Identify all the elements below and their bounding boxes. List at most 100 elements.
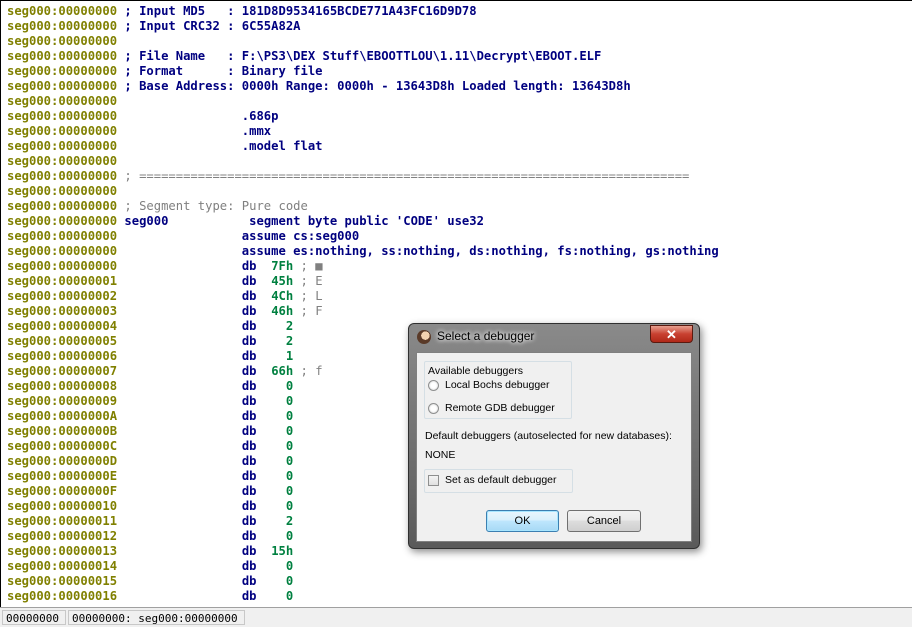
line-address[interactable]: seg000:00000007 <box>7 364 117 378</box>
ok-button[interactable]: OK <box>486 510 559 532</box>
line-address[interactable]: seg000:00000006 <box>7 349 117 363</box>
line-address[interactable]: seg000:00000001 <box>7 274 117 288</box>
listing-line[interactable]: seg000:00000000 <box>7 154 117 169</box>
listing-line[interactable]: seg000:00000000 .mmx <box>7 124 271 139</box>
listing-line[interactable]: seg000:00000000 assume cs:seg000 <box>7 229 359 244</box>
listing-line[interactable]: seg000:00000014 db 0 <box>7 559 293 574</box>
line-address[interactable]: seg000:00000002 <box>7 289 117 303</box>
line-address[interactable]: seg000:0000000D <box>7 454 117 468</box>
listing-line[interactable]: seg000:00000004 db 2 <box>7 319 293 334</box>
listing-line[interactable]: seg000:0000000F db 0 <box>7 484 293 499</box>
line-address[interactable]: seg000:00000000 <box>7 109 117 123</box>
listing-line[interactable]: seg000:00000000 ; ======================… <box>7 169 689 184</box>
listing-line[interactable]: seg000:00000003 db 46h ; F <box>7 304 323 319</box>
option-remote-gdb-label[interactable]: Remote GDB debugger <box>445 402 555 414</box>
listing-line[interactable]: seg000:00000000 ; Segment type: Pure cod… <box>7 199 308 214</box>
db-value[interactable]: 46h <box>271 304 293 318</box>
db-value[interactable]: 0 <box>271 379 293 393</box>
listing-line[interactable]: seg000:00000013 db 15h <box>7 544 293 559</box>
line-address[interactable]: seg000:00000000 <box>7 19 117 33</box>
line-address[interactable]: seg000:00000005 <box>7 334 117 348</box>
line-address[interactable]: seg000:00000012 <box>7 529 117 543</box>
line-address[interactable]: seg000:00000000 <box>7 244 117 258</box>
listing-line[interactable]: seg000:00000000 ; Input CRC32 : 6C55A82A <box>7 19 301 34</box>
line-address[interactable]: seg000:00000000 <box>7 139 117 153</box>
listing-line[interactable]: seg000:00000000 <box>7 184 117 199</box>
listing-line[interactable]: seg000:00000015 db 0 <box>7 574 293 589</box>
listing-line[interactable]: seg000:00000012 db 0 <box>7 529 293 544</box>
line-address[interactable]: seg000:00000000 <box>7 4 117 18</box>
db-value[interactable]: 0 <box>271 529 293 543</box>
db-value[interactable]: 1 <box>271 349 293 363</box>
line-address[interactable]: seg000:0000000B <box>7 424 117 438</box>
listing-line[interactable]: seg000:00000000 ; File Name : F:\PS3\DEX… <box>7 49 601 64</box>
line-address[interactable]: seg000:00000000 <box>7 229 117 243</box>
db-value[interactable]: 0 <box>271 499 293 513</box>
line-address[interactable]: seg000:00000010 <box>7 499 117 513</box>
line-address[interactable]: seg000:00000003 <box>7 304 117 318</box>
db-value[interactable]: 0 <box>271 574 293 588</box>
listing-line[interactable]: seg000:00000001 db 45h ; E <box>7 274 323 289</box>
line-address[interactable]: seg000:00000004 <box>7 319 117 333</box>
line-address[interactable]: seg000:0000000C <box>7 439 117 453</box>
line-address[interactable]: seg000:0000000E <box>7 469 117 483</box>
db-value[interactable]: 2 <box>271 319 293 333</box>
db-value[interactable]: 45h <box>271 274 293 288</box>
db-value[interactable]: 7Fh <box>271 259 293 273</box>
line-address[interactable]: seg000:00000000 <box>7 184 117 198</box>
line-address[interactable]: seg000:00000000 <box>7 34 117 48</box>
listing-line[interactable]: seg000:0000000D db 0 <box>7 454 293 469</box>
line-address[interactable]: seg000:00000000 <box>7 214 117 228</box>
listing-line[interactable]: seg000:00000000 assume es:nothing, ss:no… <box>7 244 719 259</box>
radio-local-bochs[interactable] <box>428 380 439 391</box>
line-address[interactable]: seg000:00000011 <box>7 514 117 528</box>
db-value[interactable]: 0 <box>271 424 293 438</box>
listing-line[interactable]: seg000:00000000 ; Base Address: 0000h Ra… <box>7 79 631 94</box>
listing-line[interactable]: seg000:00000008 db 0 <box>7 379 293 394</box>
listing-line[interactable]: seg000:00000002 db 4Ch ; L <box>7 289 323 304</box>
listing-line[interactable]: seg000:0000000C db 0 <box>7 439 293 454</box>
line-address[interactable]: seg000:0000000A <box>7 409 117 423</box>
segment-name[interactable]: seg000 <box>117 214 168 228</box>
listing-line[interactable]: seg000:00000005 db 2 <box>7 334 293 349</box>
line-address[interactable]: seg000:00000000 <box>7 169 117 183</box>
listing-line[interactable]: seg000:00000000 <box>7 94 117 109</box>
close-button[interactable]: ✕ <box>650 325 693 343</box>
listing-line[interactable]: seg000:00000009 db 0 <box>7 394 293 409</box>
line-address[interactable]: seg000:00000000 <box>7 79 117 93</box>
db-value[interactable]: 0 <box>271 409 293 423</box>
db-value[interactable]: 0 <box>271 589 293 603</box>
line-address[interactable]: seg000:00000014 <box>7 559 117 573</box>
line-address[interactable]: seg000:00000000 <box>7 49 117 63</box>
db-value[interactable]: 0 <box>271 454 293 468</box>
dialog-titlebar[interactable]: Select a debugger ✕ <box>409 324 699 351</box>
set-default-label[interactable]: Set as default debugger <box>445 474 557 486</box>
listing-line[interactable]: seg000:00000011 db 2 <box>7 514 293 529</box>
listing-line[interactable]: seg000:00000000 <box>7 34 117 49</box>
listing-line[interactable]: seg000:00000000 ; Format : Binary file <box>7 64 323 79</box>
line-address[interactable]: seg000:00000000 <box>7 259 117 273</box>
line-address[interactable]: seg000:00000013 <box>7 544 117 558</box>
db-value[interactable]: 0 <box>271 559 293 573</box>
line-address[interactable]: seg000:00000009 <box>7 394 117 408</box>
db-value[interactable]: 0 <box>271 394 293 408</box>
listing-line[interactable]: seg000:0000000B db 0 <box>7 424 293 439</box>
listing-line[interactable]: seg000:00000016 db 0 <box>7 589 293 604</box>
radio-remote-gdb[interactable] <box>428 403 439 414</box>
db-value[interactable]: 0 <box>271 439 293 453</box>
line-address[interactable]: seg000:00000000 <box>7 64 117 78</box>
line-address[interactable]: seg000:00000000 <box>7 94 117 108</box>
listing-line[interactable]: seg000:00000000 .686p <box>7 109 279 124</box>
db-value[interactable]: 66h <box>271 364 293 378</box>
db-value[interactable]: 0 <box>271 469 293 483</box>
db-value[interactable]: 2 <box>271 514 293 528</box>
cancel-button[interactable]: Cancel <box>567 510 641 532</box>
listing-line[interactable]: seg000:00000006 db 1 <box>7 349 293 364</box>
line-address[interactable]: seg000:00000000 <box>7 124 117 138</box>
line-address[interactable]: seg000:00000000 <box>7 154 117 168</box>
listing-line[interactable]: seg000:00000000 ; Input MD5 : 181D8D9534… <box>7 4 477 19</box>
line-address[interactable]: seg000:00000000 <box>7 199 117 213</box>
option-local-bochs-label[interactable]: Local Bochs debugger <box>445 379 550 391</box>
line-address[interactable]: seg000:0000000F <box>7 484 117 498</box>
listing-line[interactable]: seg000:00000000 db 7Fh ; ■ <box>7 259 323 274</box>
